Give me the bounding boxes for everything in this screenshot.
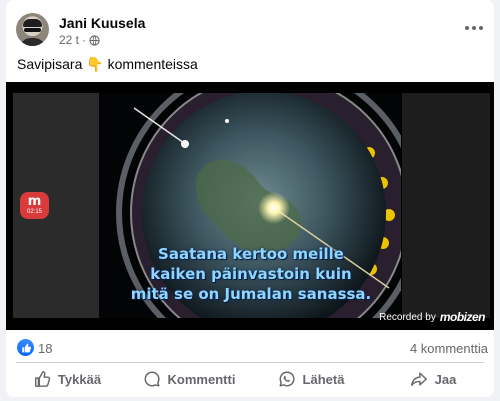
- comment-button[interactable]: Kommentti: [128, 364, 250, 394]
- video-side-panel-right: [402, 93, 490, 318]
- comment-bubble-icon: [144, 371, 160, 387]
- whatsapp-icon: [279, 371, 295, 387]
- share-button[interactable]: Jaa: [372, 364, 494, 394]
- reaction-stats: 18 4 kommenttia: [6, 334, 494, 362]
- caption-line: mitä se on Jumalan sanassa.: [130, 285, 372, 303]
- send-button[interactable]: Lähetä: [250, 364, 372, 394]
- send-button-label: Lähetä: [302, 371, 345, 387]
- author-name[interactable]: Jani Kuusela: [59, 15, 145, 31]
- globe-icon[interactable]: [89, 34, 100, 46]
- like-button[interactable]: Tykkää: [6, 364, 128, 394]
- post-text: Savipisara 👇 kommenteissa: [17, 56, 198, 72]
- like-button-label: Tykkää: [57, 371, 102, 387]
- comment-button-label: Kommentti: [167, 371, 236, 387]
- comment-count[interactable]: 4 kommenttia: [410, 341, 488, 356]
- caption-line: kaiken päinvastoin kuin: [150, 265, 352, 283]
- video-player[interactable]: m 02:15 Saatana kertoo meille kaiken päi…: [6, 82, 494, 330]
- more-options-icon[interactable]: [463, 20, 485, 36]
- action-bar: Tykkää Kommentti Lähetä Jaa: [6, 364, 494, 394]
- recording-badge: m 02:15: [20, 192, 49, 219]
- post-card: Jani Kuusela 22 t · Savipisara 👇 komment…: [6, 0, 494, 397]
- post-header: Jani Kuusela 22 t ·: [6, 0, 494, 52]
- video-caption: Saatana kertoo meille kaiken päinvastoin…: [126, 244, 376, 304]
- share-button-label: Jaa: [434, 371, 457, 387]
- like-reaction-icon[interactable]: [17, 339, 34, 356]
- recorded-label: Recorded by: [379, 311, 436, 323]
- recording-timer: 02:15: [26, 208, 42, 215]
- thumbs-up-icon: [34, 371, 51, 387]
- recorded-by-watermark: Recorded by mobizen: [379, 310, 485, 324]
- divider: [16, 362, 484, 363]
- post-time[interactable]: 22 t: [59, 33, 79, 47]
- post-meta: 22 t ·: [59, 33, 100, 47]
- recorder-brand-logo: mobizen: [439, 310, 486, 324]
- like-count[interactable]: 18: [38, 341, 52, 356]
- caption-line: Saatana kertoo meille: [158, 245, 344, 263]
- share-arrow-icon: [410, 372, 427, 387]
- author-avatar[interactable]: [16, 13, 49, 46]
- meta-separator: ·: [82, 33, 87, 47]
